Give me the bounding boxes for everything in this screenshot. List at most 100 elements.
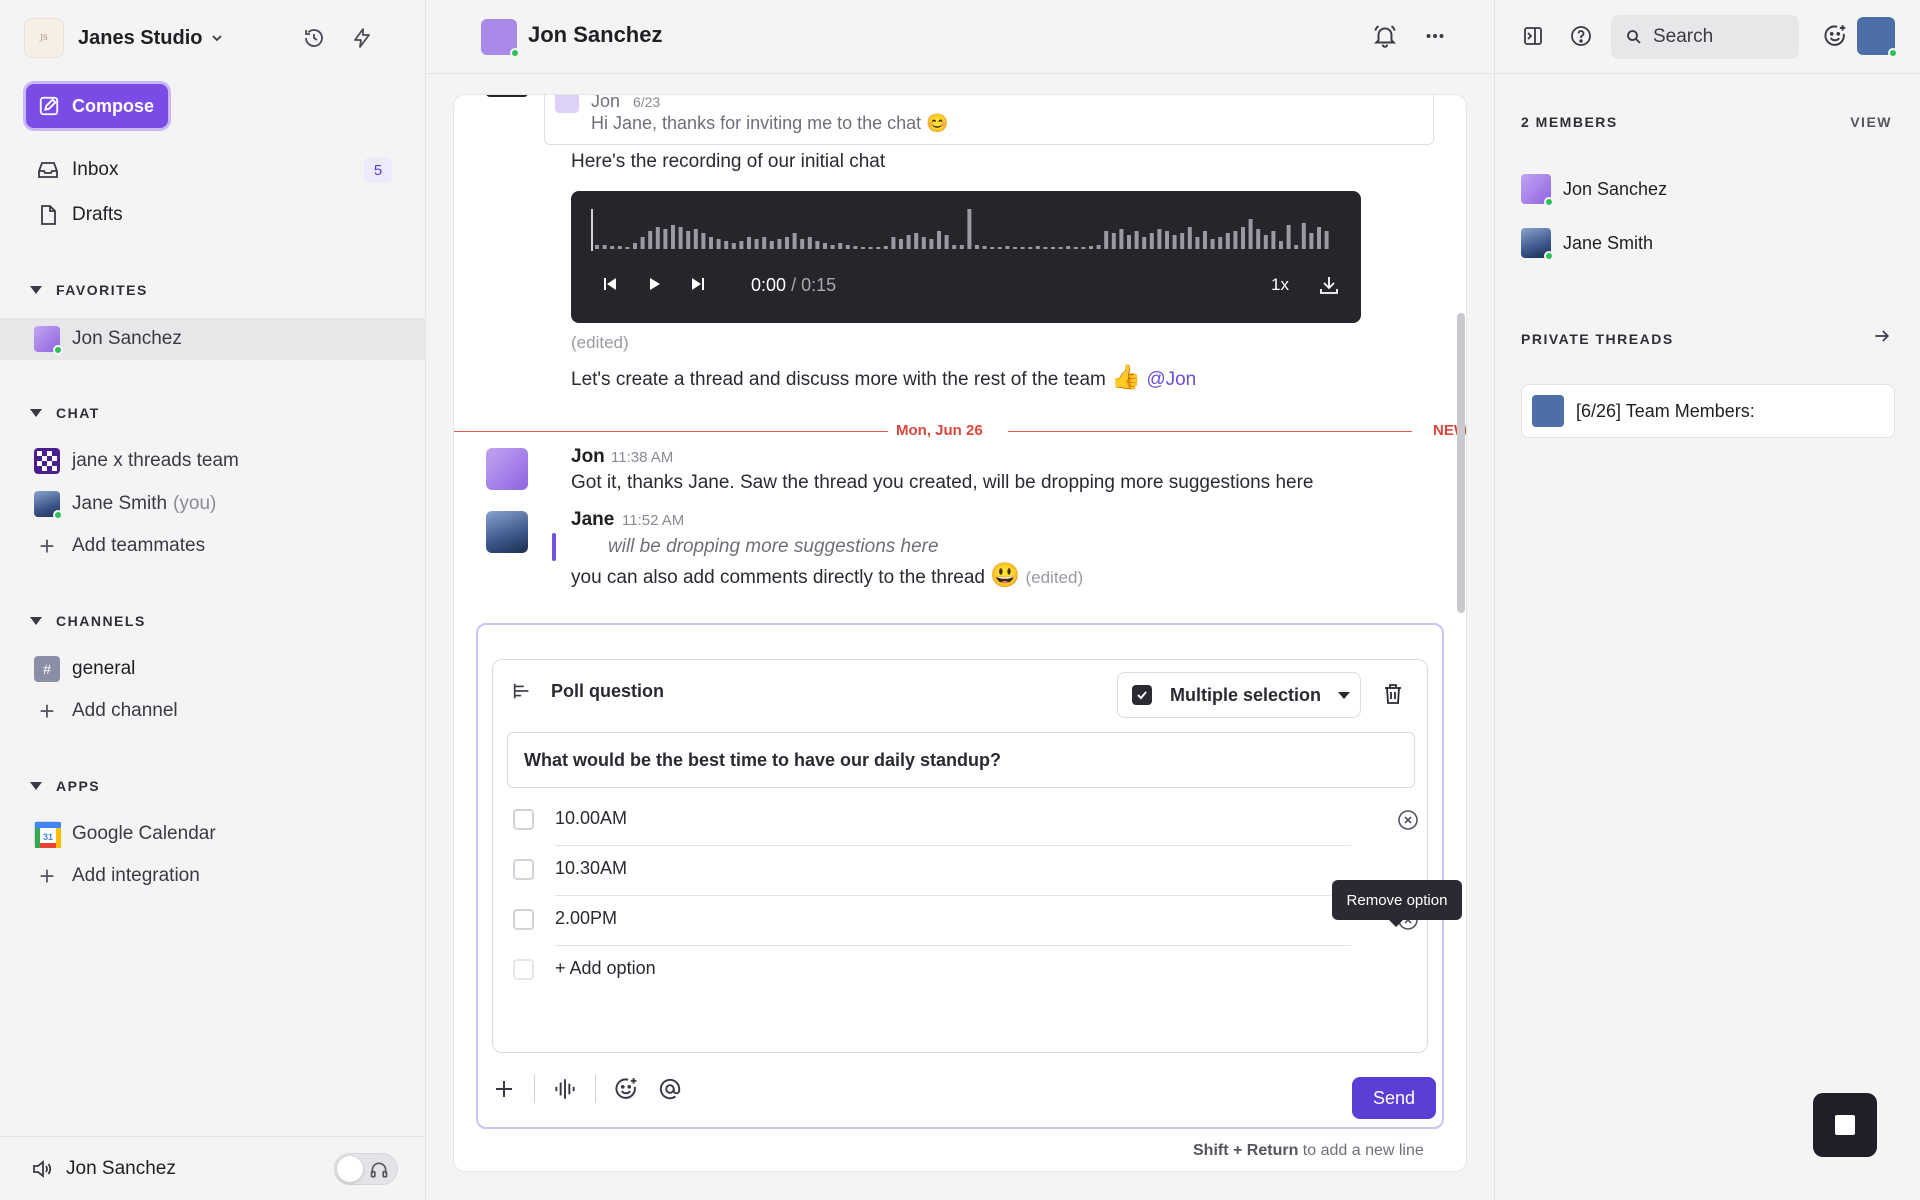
waveform-bar xyxy=(785,237,789,249)
nav-drafts[interactable]: Drafts xyxy=(36,199,123,231)
chat-item-team[interactable]: jane x threads team xyxy=(34,445,239,477)
conversation-title[interactable]: Jon Sanchez xyxy=(528,22,662,48)
quoted-message[interactable]: Jon 6/23 Hi Jane, thanks for inviting me… xyxy=(544,94,1434,145)
waveform-bar xyxy=(990,247,995,249)
poll-question-input[interactable]: What would be the best time to have our … xyxy=(507,732,1415,788)
add-option-row[interactable]: + Add option xyxy=(513,946,1353,996)
stop-recording-button[interactable] xyxy=(1813,1093,1877,1157)
add-integration-button[interactable]: + Add integration xyxy=(34,860,199,892)
history-icon[interactable] xyxy=(300,24,328,52)
emoji-status-icon[interactable] xyxy=(1821,22,1849,50)
waveform-bar xyxy=(701,233,706,249)
view-members-link[interactable]: VIEW xyxy=(1850,114,1892,130)
avatar[interactable] xyxy=(486,448,528,490)
waveform-bar xyxy=(1035,246,1040,249)
private-thread-item[interactable]: [6/26] Team Members: xyxy=(1521,384,1895,438)
mention-jon[interactable]: @Jon xyxy=(1146,369,1196,390)
multiple-selection-label: Multiple selection xyxy=(1170,684,1322,705)
waveform-bar xyxy=(853,246,858,249)
scrollbar-thumb[interactable] xyxy=(1457,313,1465,613)
waveform-bar xyxy=(777,239,782,249)
send-button[interactable]: Send xyxy=(1352,1077,1436,1119)
waveform-bar xyxy=(997,247,1002,249)
quote-date: 6/23 xyxy=(633,94,661,110)
waveform-bar xyxy=(1051,247,1055,249)
option-checkbox[interactable] xyxy=(513,859,534,880)
playhead[interactable] xyxy=(591,209,593,251)
edited-label: (edited) xyxy=(1025,568,1084,587)
member-name: Jon Sanchez xyxy=(1563,178,1668,199)
waveform-bar xyxy=(595,245,599,249)
sidebar-toggle-icon[interactable] xyxy=(1519,22,1547,50)
playback-speed[interactable]: 1x xyxy=(1271,275,1289,295)
favorites-section-header[interactable]: FAVORITES xyxy=(30,282,148,298)
user-avatar[interactable] xyxy=(1857,17,1898,58)
favorite-item-jon-sanchez[interactable]: Jon Sanchez xyxy=(34,323,182,355)
compose-button[interactable]: Compose xyxy=(26,84,168,128)
arrow-right-icon[interactable] xyxy=(1872,326,1892,346)
waveform[interactable] xyxy=(591,205,1341,255)
new-messages-divider: Mon, Jun 26 NEW xyxy=(454,422,1466,442)
workspace-switcher[interactable]: JS Janes Studio xyxy=(24,16,404,60)
waveform-bar xyxy=(1317,227,1321,249)
waveform-bar xyxy=(838,243,843,249)
channels-section-header[interactable]: CHANNELS xyxy=(30,613,146,629)
member-item[interactable]: Jon Sanchez xyxy=(1521,173,1668,207)
message-author[interactable]: Jon xyxy=(571,446,605,468)
plus-icon[interactable] xyxy=(490,1075,518,1103)
trash-icon[interactable] xyxy=(1381,682,1405,706)
message-author[interactable]: Jane xyxy=(571,509,614,531)
waveform-bar xyxy=(693,229,698,249)
search-input[interactable]: Search xyxy=(1611,15,1799,59)
chat-section-header[interactable]: CHAT xyxy=(30,405,100,421)
add-option-button[interactable]: + Add option xyxy=(555,958,656,979)
avatar xyxy=(1521,228,1554,261)
audio-duration: / 0:15 xyxy=(791,275,837,295)
bell-icon[interactable] xyxy=(1371,22,1399,50)
skip-forward-icon[interactable] xyxy=(689,275,707,293)
caret-down-icon xyxy=(30,286,42,294)
speaker-icon[interactable] xyxy=(30,1157,54,1181)
skip-back-icon[interactable] xyxy=(601,275,619,293)
emoji-icon[interactable] xyxy=(612,1075,640,1103)
download-icon[interactable] xyxy=(1317,273,1341,297)
waveform-bar xyxy=(830,245,835,249)
waveform-bar xyxy=(1309,233,1314,249)
hint-keys: Shift + Return xyxy=(1193,1142,1299,1159)
audio-player: 0:00 / 0:15 1x xyxy=(571,191,1361,323)
more-icon[interactable] xyxy=(1421,22,1449,50)
app-item-google-calendar[interactable]: 31 Google Calendar xyxy=(34,818,216,850)
waveform-bar xyxy=(1271,231,1276,249)
waveform-bar xyxy=(1073,247,1078,249)
smile-emoji: 😃 xyxy=(990,562,1021,589)
online-indicator xyxy=(53,345,63,355)
option-checkbox[interactable] xyxy=(513,909,534,930)
member-item[interactable]: Jane Smith xyxy=(1521,227,1653,261)
option-checkbox[interactable] xyxy=(513,809,534,830)
huddle-toggle[interactable] xyxy=(334,1153,398,1185)
nav-inbox[interactable]: Inbox xyxy=(36,154,118,186)
waveform-bar xyxy=(861,247,865,249)
lightning-icon[interactable] xyxy=(348,24,376,52)
multiple-selection-dropdown[interactable]: Multiple selection xyxy=(1117,672,1361,718)
option-input[interactable]: 10.00AM xyxy=(555,808,627,829)
chat-title: CHAT xyxy=(56,405,100,421)
play-icon[interactable] xyxy=(645,275,663,293)
waveform-bar xyxy=(876,247,881,249)
conversation-header: Jon Sanchez xyxy=(427,0,1493,74)
avatar[interactable] xyxy=(486,511,528,553)
channel-item-general[interactable]: # general xyxy=(34,653,135,685)
left-sidebar: JS Janes Studio Compose Inbox 5 Drafts F… xyxy=(0,0,426,1200)
help-icon[interactable] xyxy=(1567,22,1595,50)
huddle-user-name: Jon Sanchez xyxy=(66,1157,176,1179)
option-input[interactable]: 10.30AM xyxy=(555,858,627,879)
remove-option-icon[interactable] xyxy=(1396,808,1420,832)
add-teammates-button[interactable]: + Add teammates xyxy=(34,530,205,562)
audio-wave-icon[interactable] xyxy=(551,1075,579,1103)
add-channel-button[interactable]: + Add channel xyxy=(34,695,177,727)
at-mention-icon[interactable] xyxy=(656,1075,684,1103)
option-input[interactable]: 2.00PM xyxy=(555,908,617,929)
chat-item-jane-smith[interactable]: Jane Smith (you) xyxy=(34,488,216,520)
waveform-bar xyxy=(1165,231,1169,249)
apps-section-header[interactable]: APPS xyxy=(30,778,100,794)
